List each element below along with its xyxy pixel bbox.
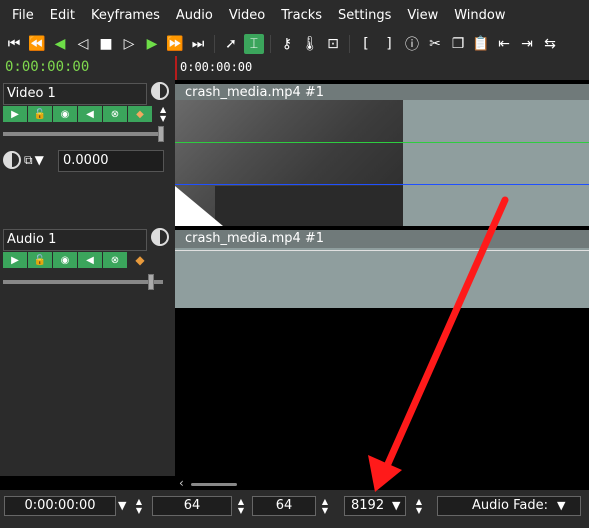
audio-volume-slider[interactable] — [3, 280, 163, 284]
paste-icon[interactable]: 📋 — [471, 34, 491, 54]
cut-icon[interactable]: ✂ — [425, 34, 445, 54]
timeline-scrollbar[interactable]: ‹ — [175, 476, 589, 490]
thumbnail-shadow — [215, 186, 403, 226]
current-timecode[interactable]: 0:00:00:00 — [5, 59, 89, 75]
bottom-bar: 0:00:00:00 ▼ ▲ ▼ 64 ▲ ▼ 64 ▲ ▼ 8192 ▼ ▲ ▼ Au… — [0, 490, 589, 528]
lock-icon[interactable]: 🔓 — [28, 252, 52, 268]
insert-after-icon[interactable]: ⇥ — [517, 34, 537, 54]
menu-file[interactable]: File — [4, 0, 42, 32]
audio-clip-header[interactable]: crash_media.mp4 #1 — [175, 230, 589, 248]
audio-volume-slider-thumb[interactable] — [148, 274, 154, 290]
timeline-area[interactable]: crash_media.mp4 #1 crash_media.mp4 #1 — [175, 80, 589, 476]
mute-icon[interactable]: ◀ — [78, 106, 102, 122]
bracket-out-icon[interactable]: ] — [379, 34, 399, 54]
link-icon[interactable]: ⊗ — [103, 106, 127, 122]
time-header: 0:00:00:00 0:00:00:00 — [0, 56, 589, 80]
keyframe-icon[interactable]: ◆ — [128, 106, 152, 122]
menu-edit[interactable]: Edit — [42, 0, 83, 32]
link-icon[interactable]: ⊗ — [103, 252, 127, 268]
composite-mode-icon[interactable] — [3, 151, 21, 169]
play-reverse-icon[interactable]: ◀ — [50, 34, 70, 54]
composite-dropdown[interactable]: ⧉ ▼ — [24, 150, 54, 170]
mute-icon[interactable]: ◀ — [78, 252, 102, 268]
eye-icon[interactable]: ◉ — [53, 252, 77, 268]
track-reorder-arrows[interactable]: ▲ ▼ — [160, 106, 166, 123]
play-icon[interactable]: ▶ — [142, 34, 162, 54]
select-tool-icon[interactable]: ➚ — [221, 34, 241, 54]
toolbar-separator — [349, 35, 350, 53]
thumbnail-highlight — [175, 186, 223, 226]
video-volume-slider-thumb[interactable] — [158, 126, 164, 142]
value-a-field[interactable]: 64 — [152, 496, 232, 516]
value-a-spinner[interactable]: ▲ ▼ — [234, 496, 248, 516]
step-forward-icon[interactable]: ▷ — [119, 34, 139, 54]
info-icon[interactable]: ⓘ — [402, 34, 422, 54]
scroll-thumb[interactable] — [191, 483, 237, 486]
step-back-icon[interactable]: ◁ — [73, 34, 93, 54]
track-header-panel: Video 1 ▶ 🔓 ◉ ◀ ⊗ ◆ ▲ ▼ ⧉ ▼ 0.0000 Audio 1… — [0, 80, 175, 476]
key-icon[interactable]: ⚷ — [277, 34, 297, 54]
scroll-left-icon[interactable]: ‹ — [179, 476, 184, 490]
menu-window[interactable]: Window — [446, 0, 513, 32]
copy-icon[interactable]: ❐ — [448, 34, 468, 54]
menu-tracks[interactable]: Tracks — [273, 0, 330, 32]
value-c-spinner[interactable]: ▲ ▼ — [412, 496, 426, 516]
razor-tool-icon[interactable]: ⌶ — [244, 34, 264, 54]
thermometer-icon[interactable]: 🌡 — [300, 34, 320, 54]
time-spinner[interactable]: ▲ ▼ — [132, 496, 146, 516]
video-clip[interactable] — [175, 100, 589, 226]
menu-settings[interactable]: Settings — [330, 0, 399, 32]
play-icon[interactable]: ▶ — [3, 252, 27, 268]
keyframe-line-blue — [175, 184, 589, 185]
toolbar-separator — [270, 35, 271, 53]
video-volume-slider[interactable] — [3, 132, 163, 136]
audio-track-controls: ▶ 🔓 ◉ ◀ ⊗ ◆ — [3, 252, 152, 268]
lock-icon[interactable]: ⊡ — [323, 34, 343, 54]
insert-before-icon[interactable]: ⇤ — [494, 34, 514, 54]
stop-icon[interactable]: ■ — [96, 34, 116, 54]
menu-view[interactable]: View — [399, 0, 446, 32]
chevron-down-icon[interactable]: ▼ — [118, 496, 126, 516]
lock-icon[interactable]: 🔓 — [28, 106, 52, 122]
time-field[interactable]: 0:00:00:00 — [4, 496, 116, 516]
value-b-field[interactable]: 64 — [252, 496, 316, 516]
skip-start-icon[interactable]: ⏮ — [4, 34, 24, 54]
menu-bar: File Edit Keyframes Audio Video Tracks S… — [0, 0, 589, 32]
skip-end-icon[interactable]: ⏭ — [188, 34, 208, 54]
bracket-in-icon[interactable]: [ — [356, 34, 376, 54]
rewind-icon[interactable]: ⏪ — [27, 34, 47, 54]
expand-track-icon[interactable] — [151, 82, 169, 100]
value-b-spinner[interactable]: ▲ ▼ — [318, 496, 332, 516]
audio-track-name[interactable]: Audio 1 — [3, 229, 147, 251]
audio-clip[interactable] — [175, 248, 589, 308]
toolbar: ⏮ ⏪ ◀ ◁ ■ ▷ ▶ ⏩ ⏭ ➚ ⌶ ⚷ 🌡 ⊡ [ ] ⓘ ✂ ❐ 📋 … — [0, 32, 589, 56]
menu-audio[interactable]: Audio — [168, 0, 221, 32]
layers-icon: ⧉ — [24, 152, 33, 167]
chevron-down-icon[interactable]: ▼ — [557, 496, 565, 516]
video-track-controls: ▶ 🔓 ◉ ◀ ⊗ ◆ — [3, 106, 152, 122]
keyframe-line-green — [175, 142, 589, 143]
menu-keyframes[interactable]: Keyframes — [83, 0, 168, 32]
video-thumbnail — [175, 100, 403, 226]
composite-value-field[interactable]: 0.0000 — [58, 150, 164, 172]
chevron-down-icon: ▼ — [34, 153, 44, 167]
replace-icon[interactable]: ⇆ — [540, 34, 560, 54]
toolbar-separator — [214, 35, 215, 53]
ruler-timecode: 0:00:00:00 — [180, 60, 253, 74]
playhead-marker[interactable] — [175, 56, 177, 80]
expand-track-icon[interactable] — [151, 228, 169, 246]
play-icon[interactable]: ▶ — [3, 106, 27, 122]
chevron-down-icon[interactable]: ▼ — [392, 496, 400, 516]
eye-icon[interactable]: ◉ — [53, 106, 77, 122]
video-track-name[interactable]: Video 1 — [3, 83, 147, 105]
fast-forward-icon[interactable]: ⏩ — [165, 34, 185, 54]
audio-volume-line — [175, 250, 589, 251]
menu-video[interactable]: Video — [221, 0, 273, 32]
keyframe-icon[interactable]: ◆ — [128, 252, 152, 268]
